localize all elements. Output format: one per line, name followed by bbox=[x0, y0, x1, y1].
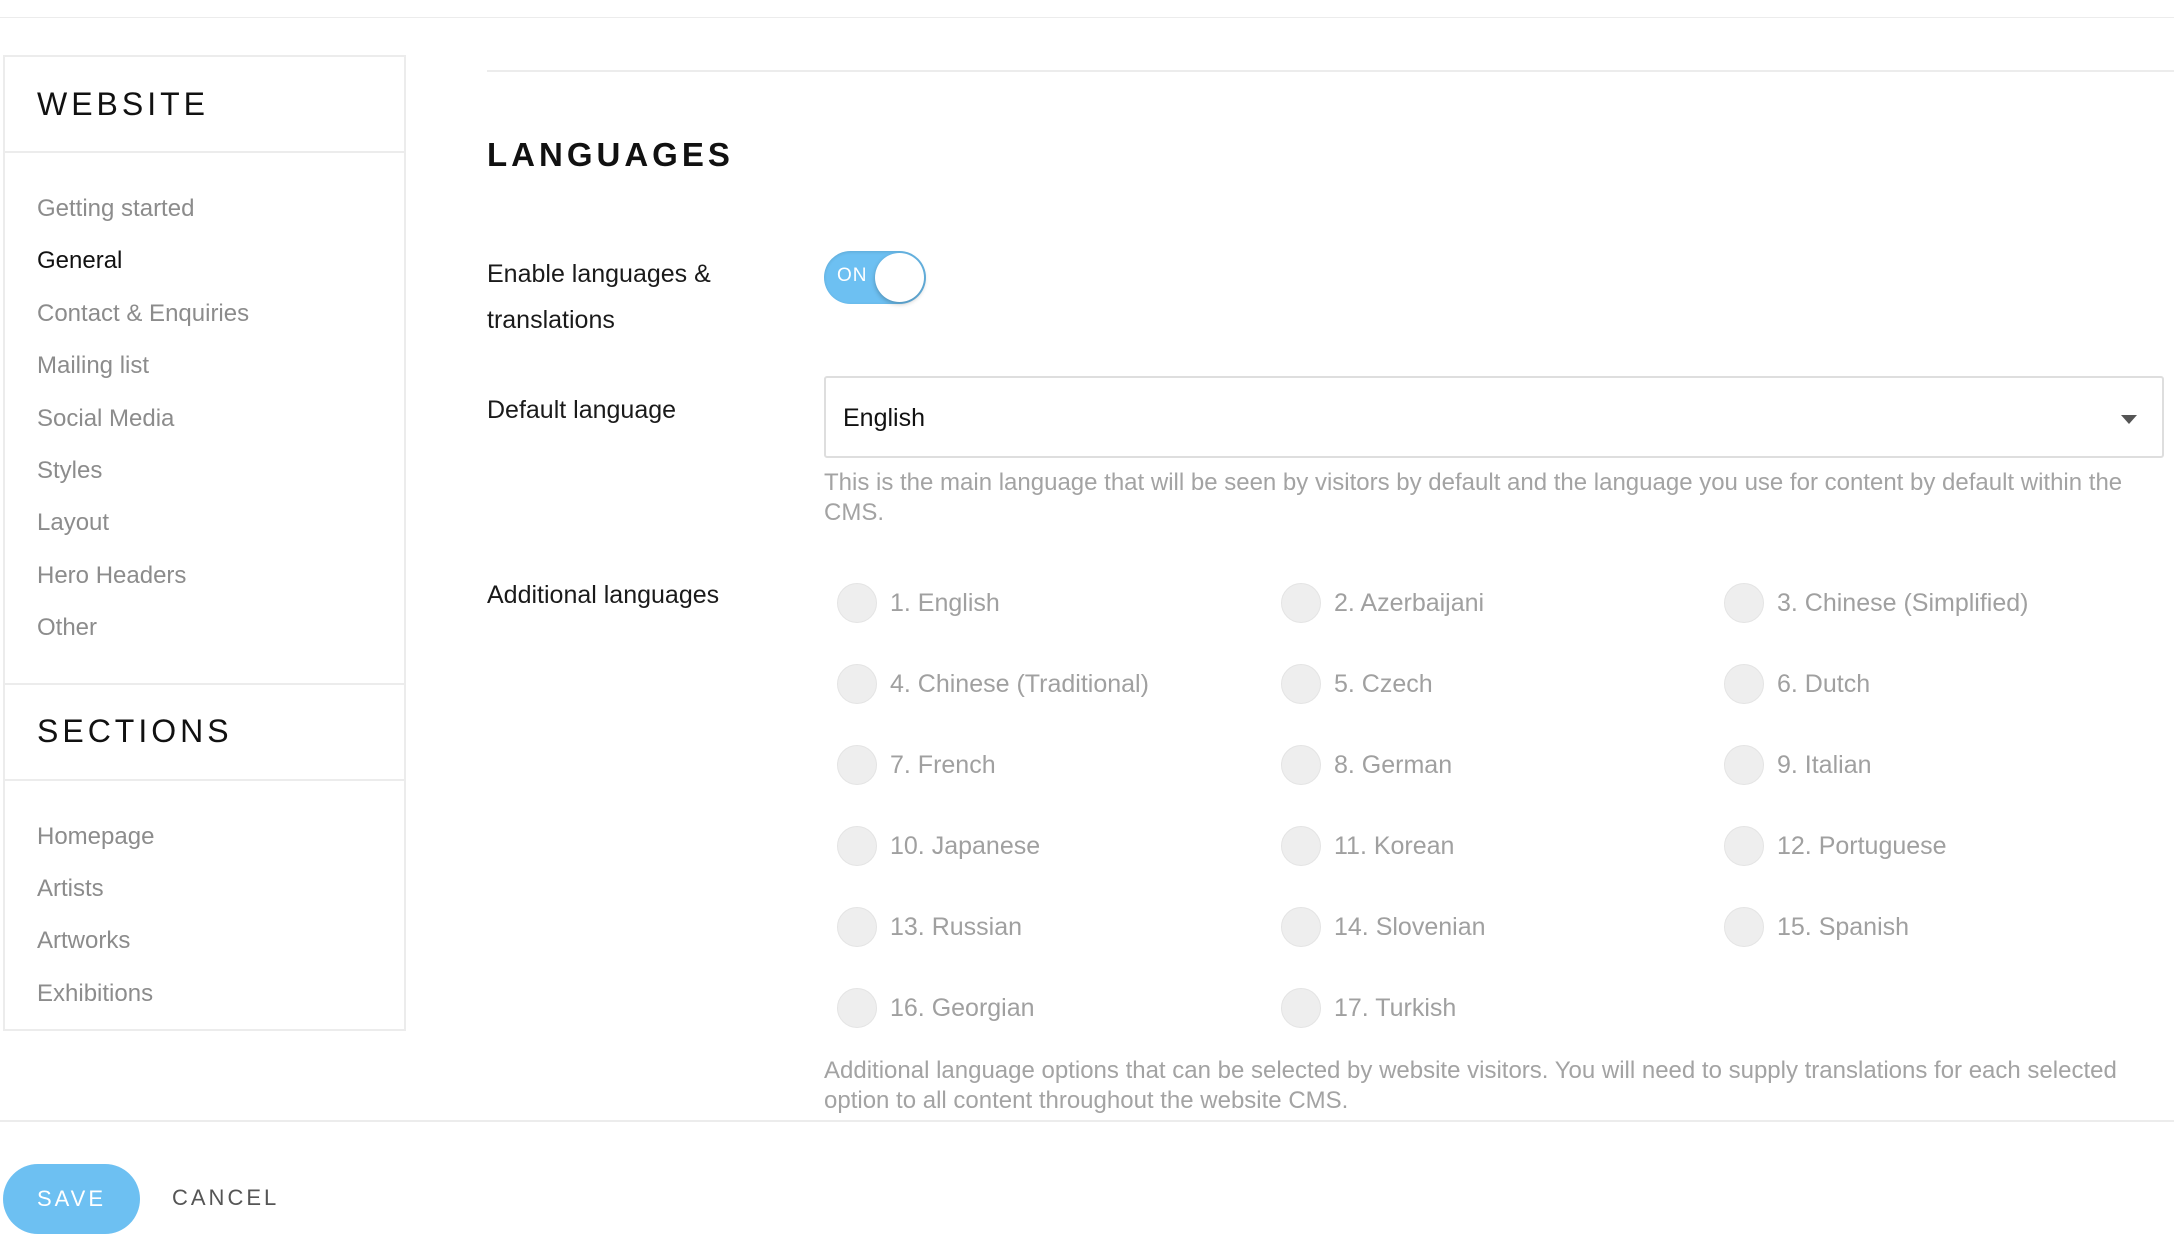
additional-languages-help: Additional language options that can be … bbox=[824, 1057, 2117, 1114]
sidebar-item-other[interactable]: Other bbox=[5, 602, 404, 654]
sidebar-item-exhibitions[interactable]: Exhibitions bbox=[5, 968, 404, 1020]
toggle-knob bbox=[875, 253, 924, 302]
cancel-button[interactable]: CANCEL bbox=[172, 1185, 279, 1211]
language-option-czech[interactable]: 5. Czech bbox=[1281, 664, 1433, 704]
language-option-label: 5. Czech bbox=[1334, 669, 1433, 698]
language-checkbox[interactable] bbox=[837, 826, 877, 866]
language-option-label: 9. Italian bbox=[1777, 750, 1872, 779]
language-option-slovenian[interactable]: 14. Slovenian bbox=[1281, 907, 1486, 947]
language-option-chinese-traditional[interactable]: 4. Chinese (Traditional) bbox=[837, 664, 1149, 704]
default-language-value: English bbox=[843, 404, 925, 432]
language-checkbox[interactable] bbox=[1281, 745, 1321, 785]
enable-languages-label-line1: Enable languages & bbox=[487, 260, 711, 288]
language-checkbox[interactable] bbox=[837, 907, 877, 947]
language-option-french[interactable]: 7. French bbox=[837, 745, 996, 785]
sections-group-header: SECTIONS bbox=[5, 685, 404, 781]
sidebar-item-getting-started[interactable]: Getting started bbox=[5, 183, 404, 235]
language-checkbox[interactable] bbox=[1281, 664, 1321, 704]
language-checkbox[interactable] bbox=[837, 664, 877, 704]
languages-settings-panel: LANGUAGES Enable languages & translation… bbox=[487, 0, 2174, 1120]
language-option-label: 13. Russian bbox=[890, 912, 1023, 941]
language-checkbox[interactable] bbox=[1724, 583, 1764, 623]
language-checkbox[interactable] bbox=[1281, 583, 1321, 623]
language-option-turkish[interactable]: 17. Turkish bbox=[1281, 988, 1456, 1028]
website-group-title: WEBSITE bbox=[37, 85, 210, 122]
language-option-label: 2. Azerbaijani bbox=[1334, 588, 1485, 617]
language-option-german[interactable]: 8. German bbox=[1281, 745, 1452, 785]
sections-group-title: SECTIONS bbox=[37, 713, 233, 750]
main-top-divider bbox=[487, 70, 2174, 72]
default-language-label: Default language bbox=[487, 396, 677, 424]
enable-languages-label: Enable languages & translations bbox=[487, 251, 711, 343]
settings-sidebar: WEBSITE Getting started General Contact … bbox=[3, 55, 406, 1031]
language-checkbox[interactable] bbox=[837, 745, 877, 785]
language-checkbox[interactable] bbox=[1281, 907, 1321, 947]
language-option-italian[interactable]: 9. Italian bbox=[1724, 745, 1872, 785]
language-option-label: 6. Dutch bbox=[1777, 669, 1871, 698]
website-group-header: WEBSITE bbox=[5, 57, 404, 153]
sidebar-item-styles[interactable]: Styles bbox=[5, 445, 404, 497]
sidebar-item-homepage[interactable]: Homepage bbox=[5, 811, 404, 863]
language-checkbox[interactable] bbox=[1724, 907, 1764, 947]
sidebar-item-general[interactable]: General bbox=[5, 235, 404, 287]
enable-languages-toggle[interactable]: ON bbox=[824, 251, 926, 304]
language-option-label: 3. Chinese (Simplified) bbox=[1777, 588, 2029, 617]
page-title: LANGUAGES bbox=[487, 136, 734, 173]
language-checkbox[interactable] bbox=[1724, 664, 1764, 704]
language-option-japanese[interactable]: 10. Japanese bbox=[837, 826, 1040, 866]
language-option-label: 1. English bbox=[890, 588, 1000, 617]
language-option-label: 8. German bbox=[1334, 750, 1453, 779]
sidebar-item-artworks[interactable]: Artworks bbox=[5, 915, 404, 967]
additional-languages-label: Additional languages bbox=[487, 581, 720, 609]
language-checkbox[interactable] bbox=[837, 988, 877, 1028]
sidebar-item-hero-headers[interactable]: Hero Headers bbox=[5, 550, 404, 602]
language-option-label: 4. Chinese (Traditional) bbox=[890, 669, 1149, 698]
language-option-korean[interactable]: 11. Korean bbox=[1281, 826, 1454, 866]
sidebar-item-mailing-list[interactable]: Mailing list bbox=[5, 340, 404, 392]
footer-divider bbox=[0, 1120, 2174, 1122]
language-checkbox[interactable] bbox=[1724, 745, 1764, 785]
language-option-label: 14. Slovenian bbox=[1334, 912, 1486, 941]
language-option-label: 12. Portuguese bbox=[1777, 831, 1947, 860]
language-option-dutch[interactable]: 6. Dutch bbox=[1724, 664, 1870, 704]
language-option-spanish[interactable]: 15. Spanish bbox=[1724, 907, 1909, 947]
sections-nav-list: Homepage Artists Artworks Exhibitions bbox=[5, 781, 404, 1021]
language-checkbox[interactable] bbox=[837, 583, 877, 623]
language-checkbox[interactable] bbox=[1281, 988, 1321, 1028]
language-checkbox[interactable] bbox=[1281, 826, 1321, 866]
language-option-english[interactable]: 1. English bbox=[837, 583, 1000, 623]
language-option-chinese-simplified[interactable]: 3. Chinese (Simplified) bbox=[1724, 583, 2029, 623]
language-option-azerbaijani[interactable]: 2. Azerbaijani bbox=[1281, 583, 1484, 623]
language-checkbox[interactable] bbox=[1724, 826, 1764, 866]
enable-languages-label-line2: translations bbox=[487, 306, 615, 334]
sidebar-item-contact-enquiries[interactable]: Contact & Enquiries bbox=[5, 288, 404, 340]
website-nav-list: Getting started General Contact & Enquir… bbox=[5, 153, 404, 683]
default-language-select[interactable]: English bbox=[824, 376, 2164, 458]
sidebar-item-artists[interactable]: Artists bbox=[5, 863, 404, 915]
chevron-down-icon bbox=[2121, 415, 2137, 424]
sidebar-item-layout[interactable]: Layout bbox=[5, 497, 404, 549]
language-option-label: 17. Turkish bbox=[1334, 993, 1457, 1022]
sidebar-item-social-media[interactable]: Social Media bbox=[5, 393, 404, 445]
language-option-russian[interactable]: 13. Russian bbox=[837, 907, 1022, 947]
language-option-label: 7. French bbox=[890, 750, 996, 779]
language-option-georgian[interactable]: 16. Georgian bbox=[837, 988, 1035, 1028]
save-button[interactable]: SAVE bbox=[3, 1164, 140, 1234]
language-option-portuguese[interactable]: 12. Portuguese bbox=[1724, 826, 1947, 866]
toggle-state-text: ON bbox=[837, 265, 868, 286]
language-option-label: 11. Korean bbox=[1334, 831, 1455, 860]
language-option-label: 10. Japanese bbox=[890, 831, 1041, 860]
default-language-help: This is the main language that will be s… bbox=[824, 469, 2123, 526]
language-option-label: 15. Spanish bbox=[1777, 912, 1910, 941]
language-option-label: 16. Georgian bbox=[890, 993, 1035, 1022]
